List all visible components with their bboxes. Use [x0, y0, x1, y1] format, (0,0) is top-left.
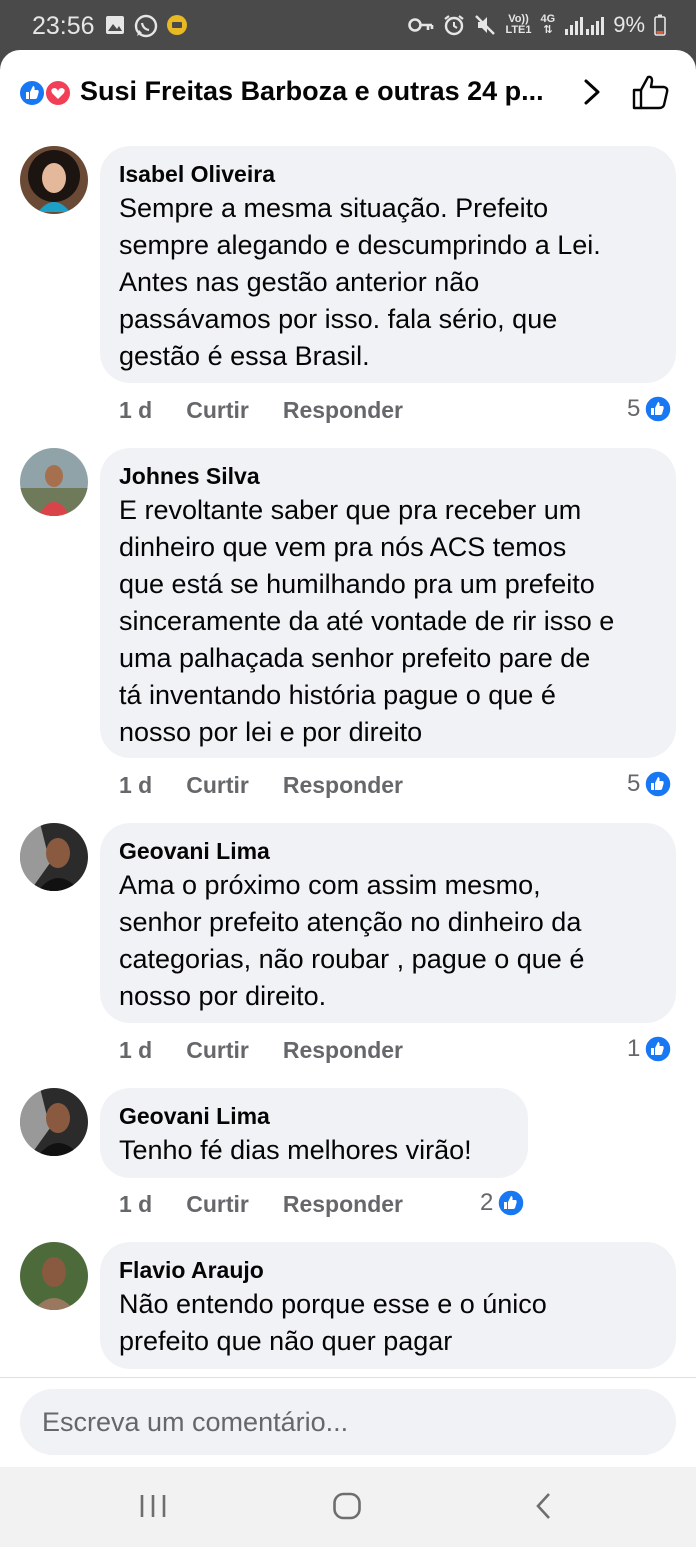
status-time: 23:56 [32, 12, 95, 40]
comment-time[interactable]: 1 d [119, 1191, 152, 1218]
avatar-image [20, 1088, 88, 1156]
reaction-count[interactable]: 1 [627, 1035, 673, 1063]
like-badge-icon [497, 1189, 526, 1217]
reply-button[interactable]: Responder [283, 1191, 403, 1218]
status-bar: 23:56 Vo)) LTE1 4G ⇅ 9% [0, 0, 696, 52]
back-icon[interactable] [530, 1491, 560, 1521]
comment-input[interactable]: Escreva um comentário... [20, 1389, 676, 1455]
reactions-summary[interactable]: Susi Freitas Barboza e outras 24 p... [80, 76, 550, 107]
comment-author[interactable]: Johnes Silva [119, 460, 656, 492]
avatar[interactable] [20, 448, 88, 516]
notification-icon [167, 15, 187, 35]
avatar[interactable] [20, 1242, 88, 1310]
comment-author[interactable]: Flavio Araujo [119, 1254, 656, 1286]
avatar-image [20, 448, 88, 516]
like-button[interactable]: Curtir [186, 772, 249, 799]
comment-time[interactable]: 1 d [119, 1037, 152, 1064]
like-button[interactable]: Curtir [186, 397, 249, 424]
like-button[interactable]: Curtir [186, 1037, 249, 1064]
key-icon [408, 18, 434, 32]
comment-actions: 1 d Curtir Responder [119, 772, 403, 799]
recents-icon[interactable] [138, 1491, 168, 1521]
chevron-right-icon[interactable] [580, 76, 604, 108]
like-badge-icon [644, 395, 673, 423]
like-badge-icon [644, 1035, 673, 1063]
comment-bubble[interactable]: Geovani Lima Tenho fé dias melhores virã… [100, 1088, 528, 1178]
battery-icon [654, 14, 666, 36]
mute-icon [475, 15, 496, 35]
avatar[interactable] [20, 146, 88, 214]
network-type: 4G ⇅ [540, 13, 556, 36]
comment-bubble[interactable]: Johnes Silva E revoltante saber que pra … [100, 448, 676, 758]
signal-icon [565, 17, 605, 35]
avatar-image [20, 823, 88, 891]
reply-button[interactable]: Responder [283, 1037, 403, 1064]
whatsapp-icon [134, 14, 158, 38]
comment-text: E revoltante saber que pra receber um di… [119, 495, 615, 747]
gallery-icon [106, 16, 124, 34]
comment-actions: 1 d Curtir Responder [119, 397, 403, 424]
comment-time[interactable]: 1 d [119, 772, 152, 799]
comment-text: Não entendo porque esse e o único prefei… [119, 1289, 547, 1356]
comment-text: Sempre a mesma situação. Prefeito sempre… [119, 193, 601, 371]
comment-bubble[interactable]: Flavio Araujo Não entendo porque esse e … [100, 1242, 676, 1369]
comment-author[interactable]: Geovani Lima [119, 1100, 508, 1132]
reply-button[interactable]: Responder [283, 772, 403, 799]
comment-author[interactable]: Isabel Oliveira [119, 158, 656, 190]
comments-sheet: Susi Freitas Barboza e outras 24 p... Is… [0, 50, 696, 1467]
volte-indicator: Vo)) LTE1 [505, 13, 532, 36]
composer-divider [0, 1377, 696, 1378]
comment-actions: 1 d Curtir Responder [119, 1191, 403, 1218]
comment-text: Tenho fé dias melhores virão! [119, 1135, 472, 1165]
comment-bubble[interactable]: Geovani Lima Ama o próximo com assim mes… [100, 823, 676, 1023]
avatar[interactable] [20, 1088, 88, 1156]
avatar-image [20, 146, 88, 214]
comment-time[interactable]: 1 d [119, 397, 152, 424]
battery-level: 9% [613, 12, 645, 37]
like-reaction-icon [18, 79, 46, 107]
system-navbar [0, 1467, 696, 1547]
avatar[interactable] [20, 823, 88, 891]
thumbs-up-icon[interactable] [630, 72, 672, 112]
comment-bubble[interactable]: Isabel Oliveira Sempre a mesma situação.… [100, 146, 676, 383]
home-icon[interactable] [332, 1491, 362, 1521]
comment-actions: 1 d Curtir Responder [119, 1037, 403, 1064]
status-icons: Vo)) LTE1 4G ⇅ 9% [408, 12, 666, 38]
reaction-count[interactable]: 5 [627, 395, 673, 423]
reaction-icons [18, 79, 72, 107]
comment-author[interactable]: Geovani Lima [119, 835, 656, 867]
alarm-icon [444, 15, 465, 36]
reply-button[interactable]: Responder [283, 397, 403, 424]
reaction-count[interactable]: 5 [627, 770, 673, 798]
like-button[interactable]: Curtir [186, 1191, 249, 1218]
comment-text: Ama o próximo com assim mesmo, senhor pr… [119, 870, 585, 1011]
reactions-header[interactable]: Susi Freitas Barboza e outras 24 p... [0, 50, 696, 135]
reaction-count[interactable]: 2 [480, 1189, 526, 1217]
avatar-image [20, 1242, 88, 1310]
like-badge-icon [644, 770, 673, 798]
love-reaction-icon [44, 79, 72, 107]
